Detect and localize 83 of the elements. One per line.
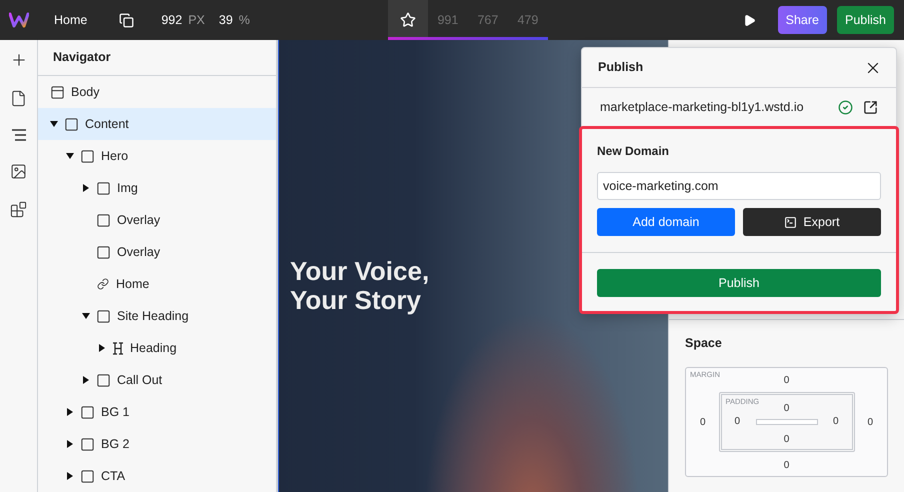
tree-item-label: Img [117,180,138,197]
square-icon [96,180,111,196]
tree-item-label: BG 2 [101,436,130,453]
tree-item-label: Heading [130,340,177,357]
domain-url: marketplace-marketing-bl1y1.wstd.io [600,98,805,116]
link-icon [97,278,109,290]
padding-left[interactable]: 0 [734,414,740,429]
zoom-unit: % [238,12,250,29]
section-title: Space [685,335,723,352]
publish-button[interactable]: Publish [837,6,894,34]
tree-item[interactable]: Overlay [38,204,276,236]
tree-item-label: Home [116,276,150,293]
margin-left[interactable]: 0 [700,414,706,430]
width-unit: PX [188,12,205,29]
expanded-caret-icon[interactable] [82,312,90,320]
expanded-caret-icon[interactable] [66,152,74,160]
margin-bottom[interactable]: 0 [784,458,790,473]
tree-item-label: Overlay [117,244,160,261]
expanded-caret-icon[interactable] [50,120,58,128]
square-icon [80,468,95,484]
add-domain-button[interactable]: Add domain [597,208,735,236]
tree-item[interactable]: BG 1 [38,396,276,428]
tree-item[interactable]: Site Heading [38,300,276,332]
publish-site-button[interactable]: Publish [597,269,881,297]
share-button[interactable]: Share [778,6,827,34]
panel-title: Navigator [53,49,111,66]
terminal-icon [784,216,798,228]
collapsed-caret-icon[interactable] [82,376,90,384]
tree-item[interactable]: Overlay [38,236,276,268]
collapsed-caret-icon[interactable] [66,440,74,448]
field-label: New Domain [597,143,670,160]
padding-right[interactable]: 0 [832,414,838,429]
copy-icon[interactable] [119,12,134,28]
padding-bottom[interactable]: 0 [784,432,790,447]
collapsed-caret-icon[interactable] [82,184,90,192]
tree-item[interactable]: Content [38,108,276,140]
tree-item-label: Call Out [117,372,162,389]
dialog-title: Publish [598,59,644,76]
tree-item[interactable]: Call Out [38,364,276,396]
play-icon[interactable] [742,14,756,26]
collapsed-caret-icon[interactable] [98,344,106,352]
tree-item[interactable]: Img [38,172,276,204]
logo-icon[interactable] [9,12,29,28]
tree-item[interactable]: Body [38,76,276,108]
collapsed-caret-icon[interactable] [66,472,74,480]
width-value: 992 [161,12,182,29]
lines-icon[interactable] [10,128,26,142]
blocks-icon[interactable] [10,201,27,218]
export-button[interactable]: Export [743,208,881,236]
square-icon [80,436,95,452]
square-icon [80,148,95,164]
square-icon [96,372,111,388]
heading-icon [112,342,124,354]
tree-item[interactable]: CTA [38,460,276,492]
square-icon [96,212,111,228]
layout-icon [50,84,65,100]
collapsed-caret-icon[interactable] [66,408,74,416]
tree-item-label: CTA [101,468,126,485]
square-icon [96,308,111,324]
domain-input-field[interactable]: voice-marketing.com [597,172,881,200]
tree-item-label: Content [85,116,129,133]
tree-item-label: Site Heading [117,308,189,325]
tree-item-label: Body [71,84,100,101]
square-icon [96,244,111,260]
tree-item[interactable]: Heading [38,332,276,364]
tree-item[interactable]: BG 2 [38,428,276,460]
tree-item-label: Overlay [117,212,160,229]
square-icon [80,404,95,420]
zoom-value: 39 [218,12,233,29]
tree-item-label: Hero [101,148,128,165]
tree-item[interactable]: Home [38,268,276,300]
page-icon[interactable] [10,90,27,107]
tree-item-label: BG 1 [101,404,130,421]
image-icon[interactable] [10,163,27,180]
external-link-icon[interactable] [863,100,878,114]
content-bar [756,418,818,425]
tree-item[interactable]: Hero [38,140,276,172]
padding-top[interactable]: 0 [784,400,790,416]
square-icon [64,116,79,132]
page-name[interactable]: Home [54,10,88,30]
hero-heading: Your Voice, Your Story [290,257,430,315]
margin-top[interactable]: 0 [784,372,790,388]
margin-right[interactable]: 0 [867,414,873,430]
